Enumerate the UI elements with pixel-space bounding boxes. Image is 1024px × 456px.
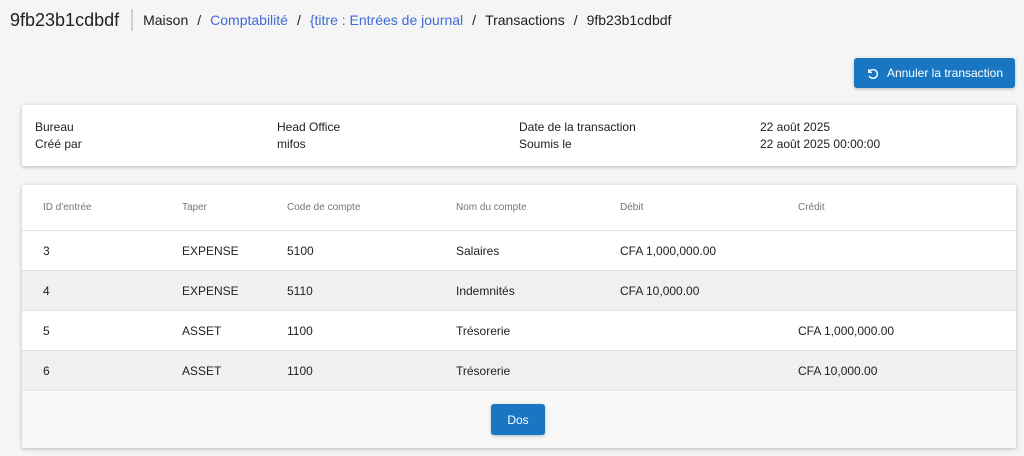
page-title: 9fb23b1cdbdf <box>10 9 120 30</box>
entry-id-cell: 4 <box>43 283 50 298</box>
table-row[interactable]: 6 ASSET 1100 Trésorerie CFA 10,000.00 <box>22 351 1016 391</box>
account-name-cell: Trésorerie <box>456 323 511 338</box>
column-header-debit: Débit <box>620 202 644 213</box>
transaction-date-label: Date de la transaction <box>519 120 636 134</box>
account-name-cell: Trésorerie <box>456 363 511 378</box>
office-label: Bureau <box>35 120 74 134</box>
created-by-label: Créé par <box>35 137 82 151</box>
page-header: 9fb23b1cdbdf Maison / Comptabilité / {ti… <box>0 0 1024 40</box>
transaction-date-value: 22 août 2025 <box>760 120 831 134</box>
account-name-cell: Salaires <box>456 243 500 258</box>
table-header: ID d'entrée Taper Code de compte Nom du … <box>22 185 1016 231</box>
column-header-credit: Crédit <box>798 202 825 213</box>
column-header-entry-id: ID d'entrée <box>43 202 92 213</box>
submitted-on-label: Soumis le <box>519 137 572 151</box>
account-code-cell: 5100 <box>287 243 314 258</box>
title-divider <box>131 9 134 31</box>
credit-cell: CFA 1,000,000.00 <box>798 323 895 338</box>
account-name-cell: Indemnités <box>456 283 515 298</box>
back-button[interactable]: Dos <box>491 404 545 435</box>
type-cell: EXPENSE <box>182 283 239 298</box>
column-header-account-code: Code de compte <box>287 202 361 213</box>
debit-cell: CFA 10,000.00 <box>620 283 700 298</box>
type-cell: ASSET <box>182 323 222 338</box>
submitted-on-value: 22 août 2025 00:00:00 <box>760 137 881 151</box>
breadcrumb-separator: / <box>197 12 202 28</box>
type-cell: ASSET <box>182 363 222 378</box>
breadcrumb-accounting[interactable]: Comptabilité <box>210 12 288 28</box>
entry-id-cell: 5 <box>43 323 50 338</box>
undo-transaction-button[interactable]: Annuler la transaction <box>854 58 1015 88</box>
table-row[interactable]: 5 ASSET 1100 Trésorerie CFA 1,000,000.00 <box>22 311 1016 351</box>
journal-entries-table: ID d'entrée Taper Code de compte Nom du … <box>22 185 1016 448</box>
undo-transaction-label: Annuler la transaction <box>886 66 1004 80</box>
breadcrumb-separator: / <box>296 12 301 28</box>
entry-id-cell: 6 <box>43 363 50 378</box>
table-row[interactable]: 3 EXPENSE 5100 Salaires CFA 1,000,000.00 <box>22 231 1016 271</box>
column-header-type: Taper <box>182 202 208 213</box>
credit-cell: CFA 10,000.00 <box>798 363 878 378</box>
account-code-cell: 5110 <box>287 283 313 298</box>
breadcrumb-current: 9fb23b1cdbdf <box>586 12 672 28</box>
breadcrumb-journal-entries[interactable]: {titre : Entrées de journal <box>310 12 463 28</box>
breadcrumb-transactions: Transactions <box>485 12 565 28</box>
debit-cell: CFA 1,000,000.00 <box>620 243 717 258</box>
column-header-account-name: Nom du compte <box>456 202 527 213</box>
breadcrumb-home[interactable]: Maison <box>143 12 188 28</box>
table-row[interactable]: 4 EXPENSE 5110 Indemnités CFA 10,000.00 <box>22 271 1016 311</box>
table-footer: Dos <box>22 392 1016 448</box>
account-code-cell: 1100 <box>287 363 313 378</box>
undo-icon <box>867 68 878 79</box>
entry-id-cell: 3 <box>43 243 50 258</box>
office-value: Head Office <box>277 120 341 134</box>
created-by-value: mifos <box>277 137 306 151</box>
transaction-info-card: Bureau Créé par Head Office mifos Date d… <box>22 105 1016 166</box>
breadcrumb-separator: / <box>472 12 477 28</box>
account-code-cell: 1100 <box>287 323 313 338</box>
type-cell: EXPENSE <box>182 243 239 258</box>
breadcrumb-separator: / <box>573 12 578 28</box>
